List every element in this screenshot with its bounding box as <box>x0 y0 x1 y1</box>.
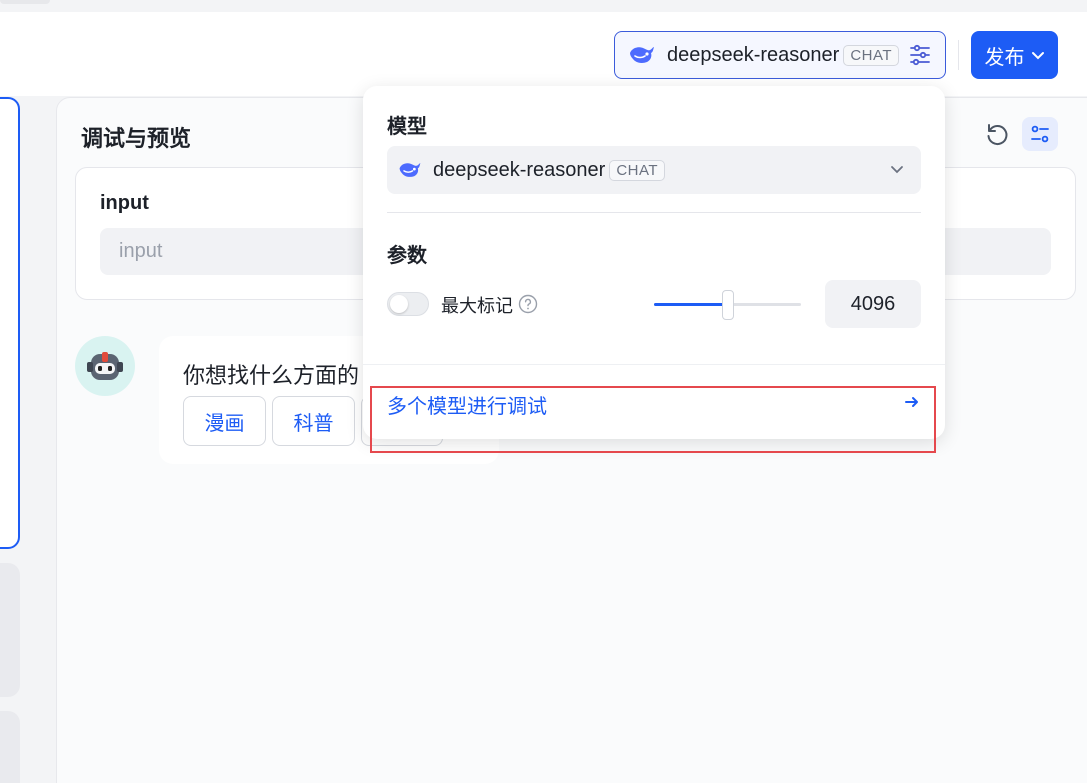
selected-model-name: deepseek-reasoner <box>433 158 606 181</box>
deepseek-whale-icon <box>399 163 421 177</box>
model-config-popover <box>363 86 945 439</box>
help-icon[interactable] <box>518 294 538 314</box>
popover-footer-divider <box>363 364 945 365</box>
params-section-title: 参数 <box>387 245 427 267</box>
slider-thumb[interactable] <box>721 290 734 320</box>
publish-button[interactable]: 发布 <box>971 31 1058 79</box>
preview-title: 调试与预览 <box>81 126 192 151</box>
chevron-down-icon <box>1031 52 1044 60</box>
model-selector-button[interactable]: deepseek-reasoner CHAT <box>614 31 946 79</box>
model-select[interactable]: deepseek-reasoner CHAT <box>387 146 921 194</box>
arrow-right-icon[interactable] <box>903 393 921 411</box>
multi-model-debug-link[interactable]: 多个模型进行调试 <box>387 390 547 419</box>
left-card <box>0 711 20 783</box>
max-tokens-toggle[interactable] <box>387 292 429 316</box>
slider-fill <box>654 303 728 306</box>
robot-avatar-icon <box>87 352 123 380</box>
left-card <box>0 563 20 697</box>
suggestion-chip[interactable]: 漫画 <box>183 396 266 446</box>
suggestion-chip[interactable]: 科普 <box>272 396 355 446</box>
tune-icon <box>910 44 930 66</box>
max-tokens-label: 最大标记 <box>441 296 513 316</box>
model-section-title: 模型 <box>387 116 427 138</box>
settings-icon <box>1031 125 1049 143</box>
top-tab-stub <box>0 0 50 4</box>
bot-message-text: 你想找什么方面的 <box>183 363 360 388</box>
avatar <box>75 336 135 396</box>
left-config-panel[interactable] <box>0 97 20 549</box>
header-model-name: deepseek-reasoner <box>667 43 840 66</box>
publish-label: 发布 <box>984 46 1025 69</box>
popover-divider <box>387 212 921 213</box>
header-separator <box>958 40 959 70</box>
max-tokens-input[interactable] <box>825 280 921 328</box>
selected-model-tag: CHAT <box>609 159 666 181</box>
input-label: input <box>100 192 149 214</box>
toggle-knob <box>390 295 408 313</box>
reset-icon[interactable] <box>984 122 1010 148</box>
deepseek-whale-icon <box>630 47 654 63</box>
chevron-down-icon <box>891 166 903 174</box>
settings-button[interactable] <box>1022 117 1058 151</box>
header-model-tag: CHAT <box>843 44 900 66</box>
